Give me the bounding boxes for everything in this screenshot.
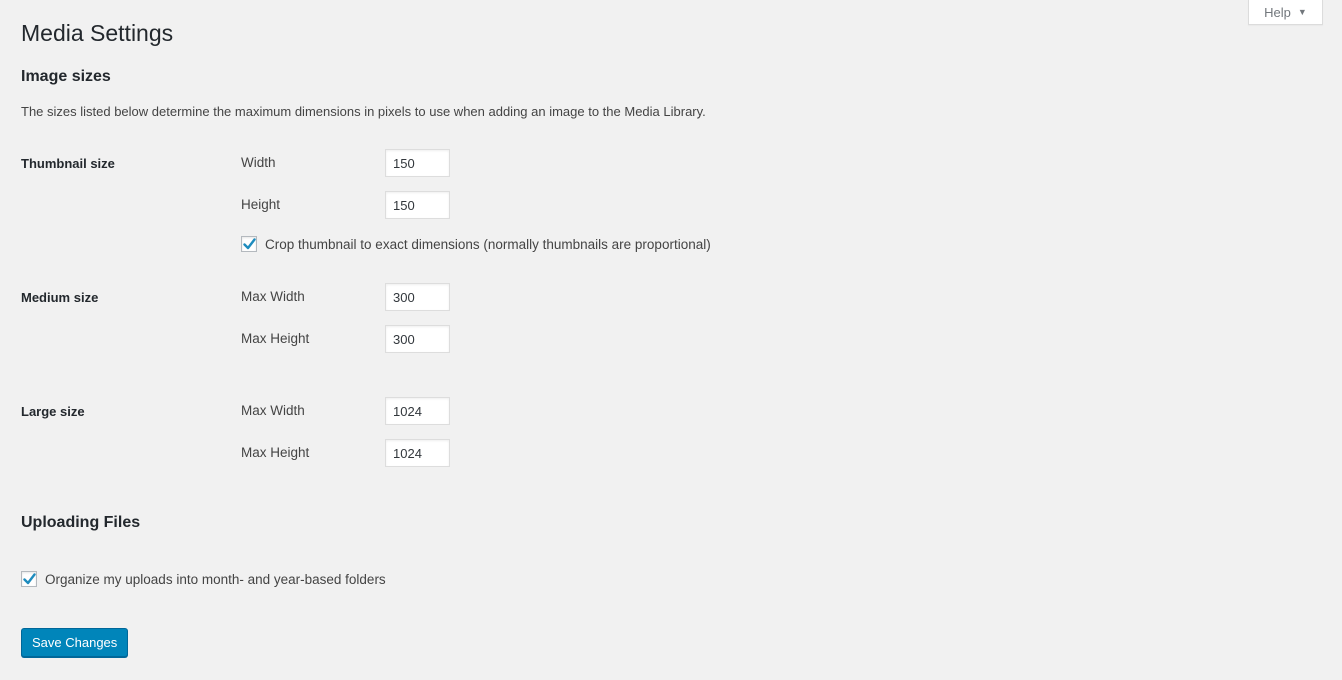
crop-thumbnail-checkbox[interactable]: [241, 236, 257, 252]
large-width-input[interactable]: [385, 397, 450, 425]
thumbnail-size-label: Thumbnail size: [21, 156, 115, 171]
checkmark-icon: [242, 238, 256, 250]
medium-size-label: Medium size: [21, 290, 99, 305]
large-width-label: Max Width: [241, 403, 305, 418]
image-sizes-description: The sizes listed below determine the max…: [21, 104, 706, 119]
page-title: Media Settings: [21, 20, 174, 46]
thumbnail-height-label: Height: [241, 197, 281, 212]
crop-thumbnail-row: Crop thumbnail to exact dimensions (norm…: [241, 236, 711, 252]
organize-uploads-label: Organize my uploads into month- and year…: [45, 571, 386, 587]
organize-uploads-row: Organize my uploads into month- and year…: [21, 571, 386, 587]
organize-uploads-checkbox[interactable]: [21, 571, 37, 587]
save-changes-button[interactable]: Save Changes: [21, 628, 129, 657]
medium-width-input[interactable]: [385, 283, 450, 311]
large-height-label: Max Height: [241, 445, 310, 460]
uploading-files-heading: Uploading Files: [21, 514, 141, 531]
thumbnail-width-input[interactable]: [385, 149, 450, 177]
media-settings-page: Help ▼ Media Settings Image sizes The si…: [0, 0, 1342, 680]
help-tab-button[interactable]: Help ▼: [1248, 0, 1323, 25]
medium-width-label: Max Width: [241, 289, 305, 304]
thumbnail-width-label: Width: [241, 155, 276, 170]
help-label: Help: [1264, 4, 1291, 20]
crop-thumbnail-label: Crop thumbnail to exact dimensions (norm…: [265, 236, 711, 252]
large-size-label: Large size: [21, 404, 85, 419]
checkmark-icon: [22, 573, 36, 585]
large-height-input[interactable]: [385, 439, 450, 467]
medium-height-label: Max Height: [241, 331, 310, 346]
caret-down-icon: ▼: [1297, 7, 1307, 17]
image-sizes-heading: Image sizes: [21, 68, 111, 85]
thumbnail-height-input[interactable]: [385, 191, 450, 219]
medium-height-input[interactable]: [385, 325, 450, 353]
